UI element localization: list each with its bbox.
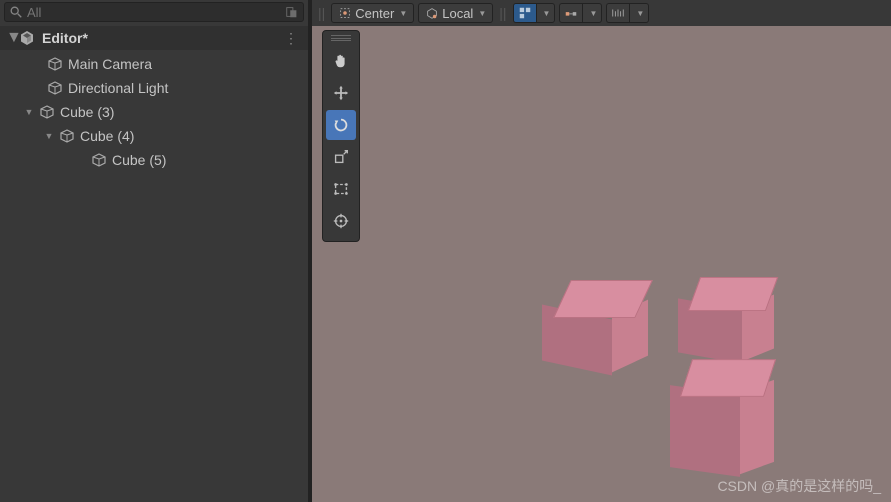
chevron-down-icon[interactable]: ▼: [22, 107, 36, 117]
dropdown-icon: ▼: [543, 9, 551, 18]
pivot-label: Center: [355, 6, 394, 21]
dropdown-icon: ▼: [589, 9, 597, 18]
chevron-down-icon[interactable]: ▼: [42, 131, 56, 141]
search-icon: [9, 5, 23, 19]
gameobject-icon: [58, 128, 76, 144]
hierarchy-label: Directional Light: [68, 80, 168, 96]
dropdown-icon: ▼: [636, 9, 644, 18]
hierarchy-label: Main Camera: [68, 56, 152, 72]
scene-header[interactable]: ▼ Editor* ⋮: [0, 26, 308, 50]
snap-icon: [564, 6, 578, 20]
hand-tool-button[interactable]: [326, 46, 356, 76]
tool-palette: [322, 30, 360, 242]
chevron-down-icon[interactable]: ▼: [6, 29, 16, 47]
toolbar-separator: ||: [497, 5, 508, 21]
rect-icon: [332, 180, 350, 198]
snap-increment-button[interactable]: [559, 3, 582, 23]
rotate-tool-button[interactable]: [326, 110, 356, 140]
hierarchy-tree: Main Camera Directional Light ▼ Cube (3)…: [0, 50, 308, 174]
hierarchy-item[interactable]: ▼ Cube (4): [0, 124, 308, 148]
dropdown-icon: ▼: [478, 9, 486, 18]
hierarchy-label: Cube (5): [112, 152, 166, 168]
palette-grip[interactable]: [331, 35, 351, 41]
gameobject-icon: [46, 80, 64, 96]
pivot-mode-button[interactable]: Center ▼: [331, 3, 414, 23]
gameobject-icon: [38, 104, 56, 120]
ruler-icon: [611, 6, 625, 20]
scene-toolbar: || Center ▼ Local ▼ || ▼: [312, 0, 891, 26]
grid-visibility-dropdown[interactable]: ▼: [629, 3, 649, 23]
toolbar-separator: ||: [316, 5, 327, 21]
grid-snap-dropdown[interactable]: ▼: [536, 3, 556, 23]
move-icon: [332, 84, 350, 102]
watermark-text: CSDN @真的是这样的吗_: [717, 476, 881, 496]
space-label: Local: [442, 6, 473, 21]
scale-icon: [332, 148, 350, 166]
transform-icon: [332, 212, 350, 230]
local-icon: [425, 6, 439, 20]
grid-visibility-button[interactable]: [606, 3, 629, 23]
hierarchy-label: Cube (4): [80, 128, 134, 144]
hierarchy-search[interactable]: [4, 2, 304, 22]
search-end-icon: [285, 5, 299, 19]
dropdown-icon: ▼: [399, 9, 407, 18]
grid-icon: [518, 6, 532, 20]
rect-tool-button[interactable]: [326, 174, 356, 204]
rotate-icon: [332, 116, 350, 134]
snap-increment-dropdown[interactable]: ▼: [582, 3, 602, 23]
scene-view[interactable]: CSDN @真的是这样的吗_: [312, 26, 891, 502]
hierarchy-item[interactable]: Main Camera: [0, 52, 308, 76]
gameobject-icon: [46, 56, 64, 72]
space-mode-button[interactable]: Local ▼: [418, 3, 493, 23]
hierarchy-item[interactable]: Cube (5): [0, 148, 308, 172]
hierarchy-item[interactable]: ▼ Cube (3): [0, 100, 308, 124]
kebab-menu-icon[interactable]: ⋮: [280, 30, 302, 47]
hierarchy-label: Cube (3): [60, 104, 114, 120]
gameobject-icon: [90, 152, 108, 168]
center-icon: [338, 6, 352, 20]
search-input[interactable]: [27, 5, 285, 20]
grid-snap-button[interactable]: [513, 3, 536, 23]
scale-tool-button[interactable]: [326, 142, 356, 172]
scene-title: Editor*: [42, 30, 280, 46]
unity-logo-icon: [18, 29, 36, 47]
hand-icon: [332, 52, 350, 70]
move-tool-button[interactable]: [326, 78, 356, 108]
hierarchy-item[interactable]: Directional Light: [0, 76, 308, 100]
transform-tool-button[interactable]: [326, 206, 356, 236]
